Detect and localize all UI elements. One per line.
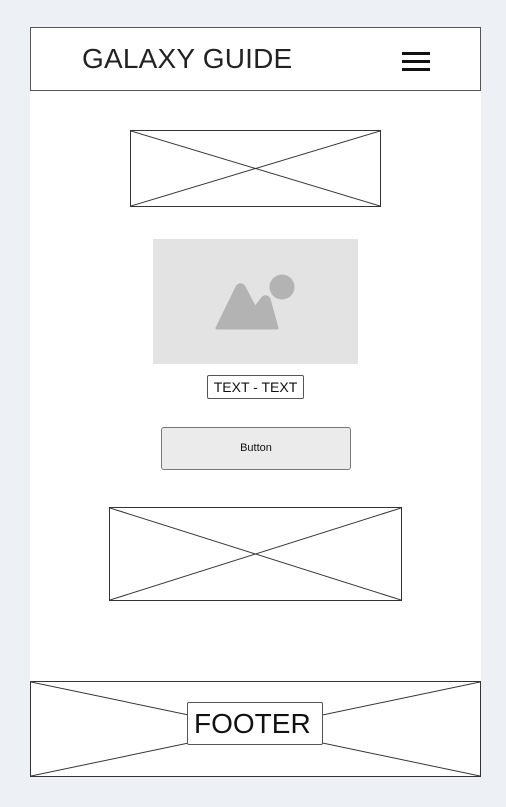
site-title: GALAXY GUIDE [82, 43, 293, 74]
main-button[interactable]: Button [161, 427, 351, 470]
placeholder-x-icon [131, 131, 380, 206]
placeholder-x-icon [110, 508, 401, 600]
bottom-banner-placeholder [109, 507, 402, 601]
top-banner-placeholder [130, 130, 381, 207]
image-placeholder-icon [215, 274, 295, 330]
site-header: GALAXY GUIDE [30, 27, 481, 91]
hamburger-menu-icon[interactable] [402, 50, 432, 72]
footer-label: FOOTER [187, 702, 323, 745]
text-label: TEXT - TEXT [207, 375, 304, 399]
image-placeholder [153, 239, 358, 364]
